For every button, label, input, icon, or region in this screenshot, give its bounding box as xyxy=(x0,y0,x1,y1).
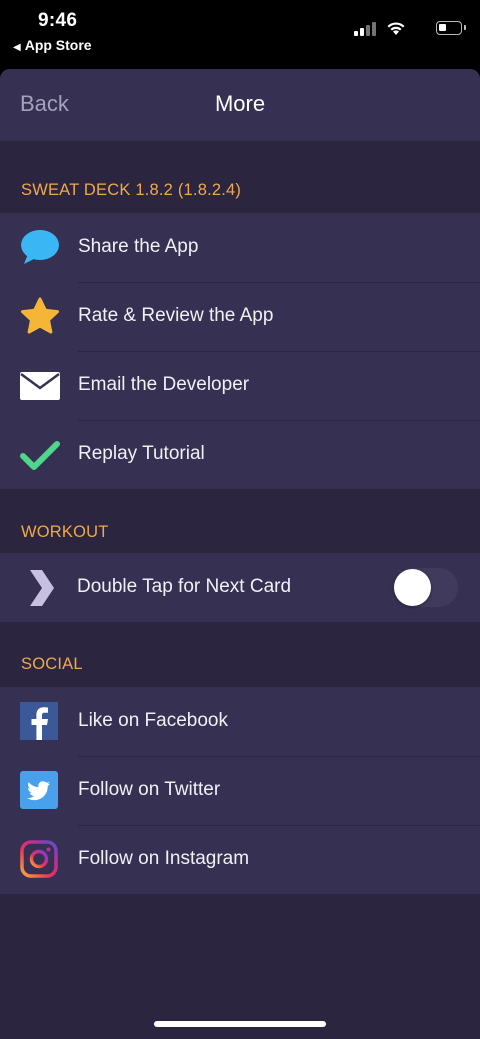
status-time: 9:46 xyxy=(38,10,78,31)
chevron-right-icon xyxy=(30,570,54,606)
home-indicator[interactable] xyxy=(154,1021,326,1027)
replay-tutorial-label: Replay Tutorial xyxy=(78,443,205,464)
double-tap-toggle[interactable] xyxy=(393,568,458,607)
email-developer-row[interactable]: Email the Developer xyxy=(0,351,480,420)
share-app-row[interactable]: Share the App xyxy=(0,213,480,282)
envelope-icon xyxy=(20,372,60,400)
instagram-icon xyxy=(20,840,58,878)
star-icon xyxy=(21,297,59,334)
rate-review-label: Rate & Review the App xyxy=(78,305,274,326)
navigation-bar: Back More xyxy=(0,69,480,142)
twitter-row[interactable]: Follow on Twitter xyxy=(0,756,480,825)
wifi-icon xyxy=(387,22,405,35)
battery-icon xyxy=(436,21,466,35)
cellular-signal-icon xyxy=(354,22,376,36)
checkmark-icon xyxy=(20,441,60,470)
workout-section-group: Double Tap for Next Card xyxy=(0,552,480,623)
return-to-app-store-link[interactable]: ◀ App Store xyxy=(13,37,92,53)
back-triangle-icon: ◀ xyxy=(13,42,21,53)
facebook-label: Like on Facebook xyxy=(78,710,228,731)
replay-tutorial-row[interactable]: Replay Tutorial xyxy=(0,420,480,489)
share-app-label: Share the App xyxy=(78,236,199,257)
rate-review-row[interactable]: Rate & Review the App xyxy=(0,282,480,351)
chat-bubble-icon xyxy=(21,230,59,264)
twitter-icon xyxy=(20,771,58,809)
toggle-knob xyxy=(394,569,431,606)
email-developer-label: Email the Developer xyxy=(78,374,250,395)
instagram-label: Follow on Instagram xyxy=(78,848,250,869)
app-section-group: Share the App Rate & Review the App Emai… xyxy=(0,212,480,490)
twitter-label: Follow on Twitter xyxy=(78,779,221,800)
page-title: More xyxy=(214,91,266,116)
facebook-row[interactable]: Like on Facebook xyxy=(0,687,480,756)
section-header-app-version: SWEAT DECK 1.8.2 (1.8.2.4) xyxy=(21,181,242,199)
double-tap-row: Double Tap for Next Card xyxy=(0,553,480,622)
return-app-label: App Store xyxy=(24,37,92,53)
more-sheet: Back More SWEAT DECK 1.8.2 (1.8.2.4) Sha… xyxy=(0,69,480,1039)
social-section-group: Like on Facebook Follow on Twitter Follo… xyxy=(0,686,480,895)
double-tap-label: Double Tap for Next Card xyxy=(77,576,292,597)
section-header-social: SOCIAL xyxy=(21,655,83,673)
status-bar: 9:46 ◀ App Store xyxy=(0,0,480,70)
instagram-row[interactable]: Follow on Instagram xyxy=(0,825,480,894)
section-header-workout: WORKOUT xyxy=(21,523,109,541)
facebook-icon xyxy=(20,702,58,740)
